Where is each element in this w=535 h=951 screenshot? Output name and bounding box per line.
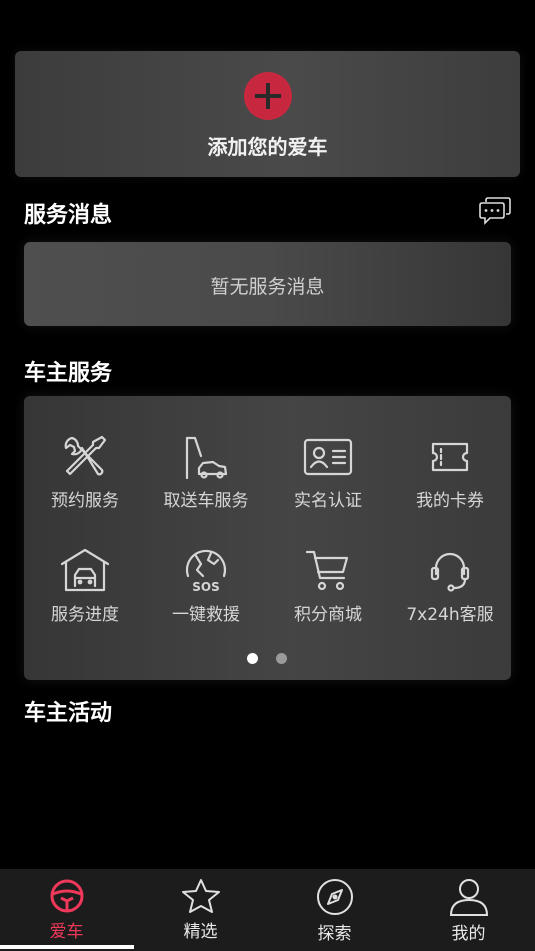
sos-globe-icon: SOS [185,549,227,594]
service-item-pickup[interactable]: 取送车服务 [145,434,267,534]
service-item-customer-service[interactable]: 7x24h客服 [389,548,511,648]
service-messages-empty: 暂无服务消息 [210,276,325,298]
service-item-rescue[interactable]: SOS 一键救援 [145,548,267,648]
message-center-icon[interactable] [479,197,511,225]
page-indicator-dot-active[interactable] [247,653,258,664]
owner-activities-title: 车主活动 [24,701,113,726]
bottom-tab-bar: 爱车 精选 探索 我的 [0,869,535,951]
service-item-coupons[interactable]: 我的卡券 [389,434,511,534]
service-item-points-mall[interactable]: 积分商城 [267,548,389,648]
service-label: 实名认证 [294,491,362,511]
tab-label: 我的 [451,924,486,944]
active-tab-indicator [0,945,134,949]
star-icon [181,879,220,913]
ticket-icon [431,442,469,472]
service-label: 7x24h客服 [406,605,494,625]
service-label: 服务进度 [51,605,119,625]
id-card-icon [303,438,353,476]
wrench-screwdriver-icon [64,435,107,476]
service-label: 预约服务 [51,491,119,511]
add-plus-icon[interactable] [244,72,292,120]
add-car-label[interactable]: 添加您的爱车 [15,131,520,160]
tab-label: 精选 [183,922,218,942]
compass-icon [316,879,353,915]
tab-explore[interactable]: 探索 [268,869,401,951]
service-item-verification[interactable]: 实名认证 [267,434,389,534]
tab-my-car[interactable]: 爱车 [0,869,133,951]
owner-services-grid: 预约服务 取送车服务 实名认证 我的卡券 服务进度 SOS 一键救援 积分商城 … [24,396,511,680]
service-item-progress[interactable]: 服务进度 [24,548,146,648]
service-label: 积分商城 [294,605,362,625]
car-flag-icon [185,436,228,480]
user-icon [449,879,488,916]
service-item-booking[interactable]: 预约服务 [24,434,146,534]
service-messages-title: 服务消息 [24,203,113,228]
service-label: 我的卡券 [416,491,484,511]
tab-featured[interactable]: 精选 [134,869,267,951]
owner-services-title: 车主服务 [24,361,113,386]
tab-label: 探索 [317,924,352,944]
add-car-card[interactable]: 添加您的爱车 [15,51,520,177]
service-label: 取送车服务 [163,491,249,511]
service-messages-panel: 暂无服务消息 [24,242,511,326]
tab-mine[interactable]: 我的 [402,869,535,951]
tab-label: 爱车 [49,922,84,942]
steering-wheel-icon [50,879,83,913]
shopping-cart-icon [305,550,349,591]
garage-icon [60,548,110,592]
service-label: 一键救援 [172,605,240,625]
svg-text:SOS: SOS [192,580,220,594]
page-indicator-dot[interactable] [276,653,287,664]
headset-icon [430,552,470,592]
